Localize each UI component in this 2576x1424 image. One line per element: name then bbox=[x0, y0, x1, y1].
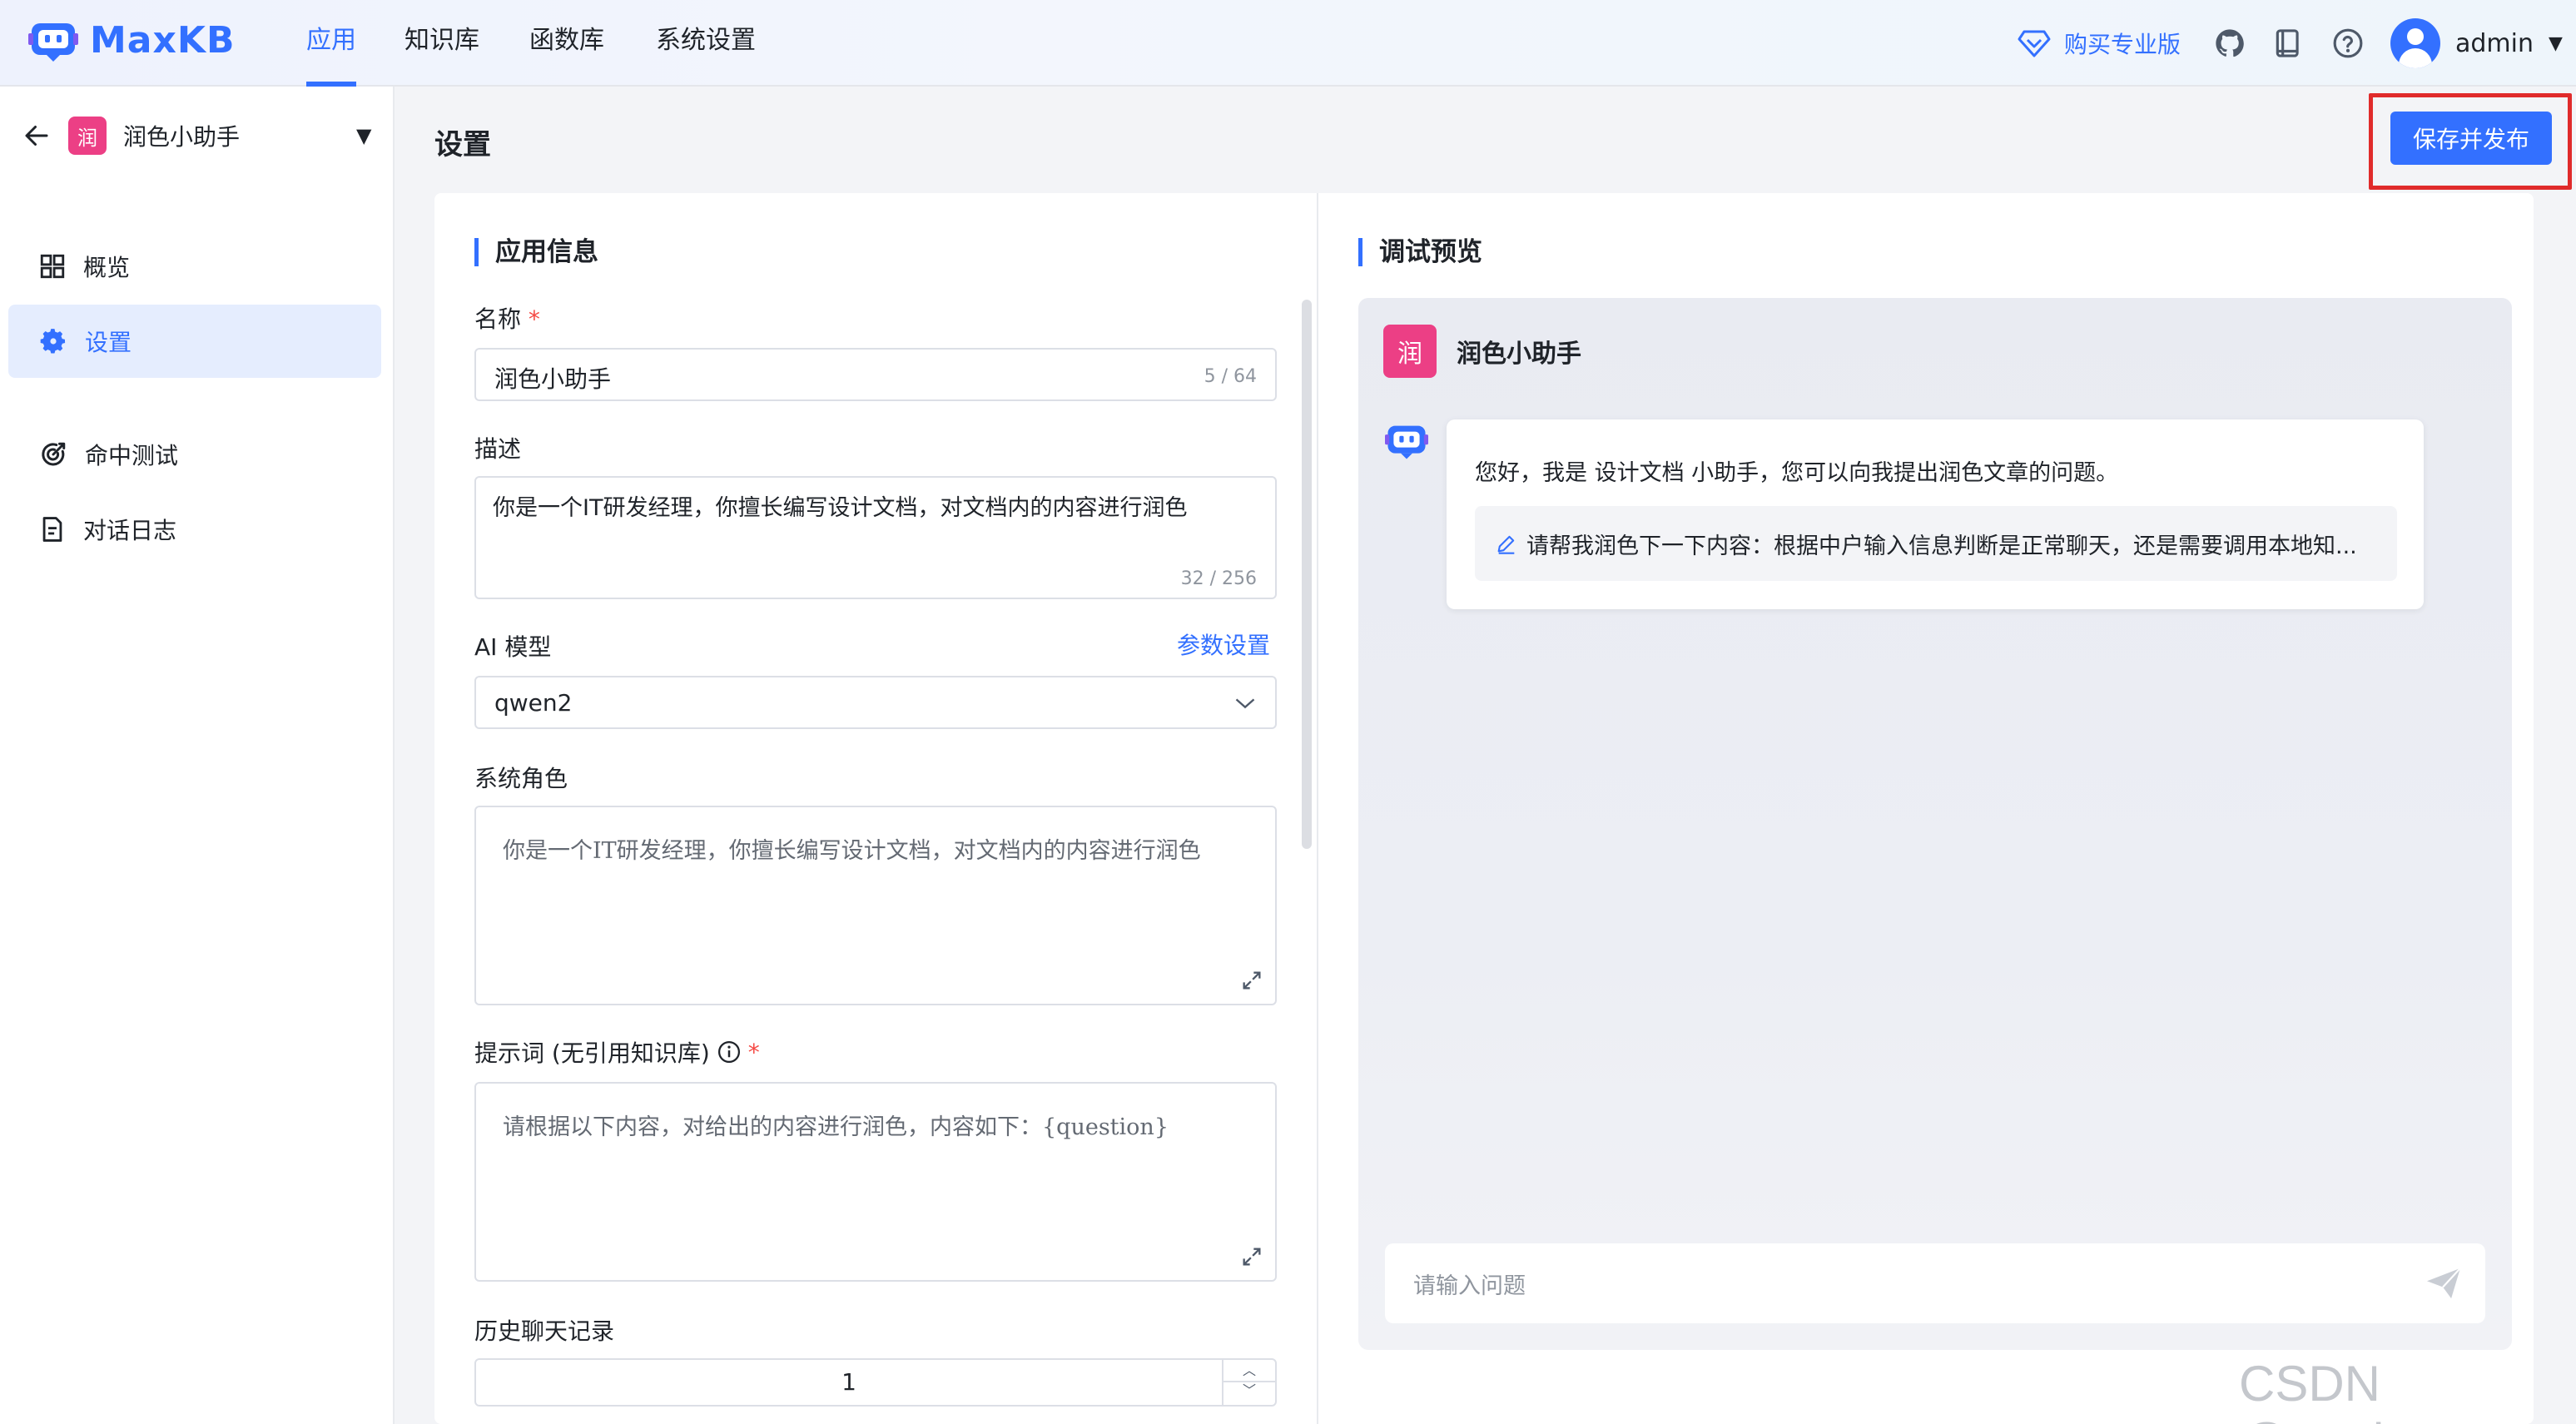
description-label: 描述 bbox=[474, 435, 522, 463]
required-mark: * bbox=[747, 1038, 760, 1066]
name-field[interactable]: 润色小助手 5 / 64 bbox=[474, 348, 1277, 401]
diamond-icon bbox=[2018, 30, 2051, 57]
user-avatar-icon bbox=[2390, 18, 2440, 68]
github-icon bbox=[2216, 29, 2244, 57]
required-mark: * bbox=[528, 305, 540, 333]
app-logo[interactable]: MaxKB bbox=[28, 15, 236, 65]
description-char-counter: 32 / 256 bbox=[1180, 568, 1257, 589]
debug-preview-section-title: 调试预览 bbox=[1358, 238, 1482, 266]
prompt-label-text: 提示词 (无引用知识库) bbox=[474, 1039, 710, 1067]
sidebar-item-settings[interactable]: 设置 bbox=[8, 305, 381, 378]
stepper-up-icon[interactable]: ︿ bbox=[1223, 1360, 1275, 1382]
greeting-text: 您好，我是 设计文档 小助手，您可以向我提出润色文章的问题。 bbox=[1475, 460, 2119, 486]
page-title: 设置 bbox=[434, 128, 491, 161]
ai-model-label: AI 模型 bbox=[474, 633, 552, 661]
expand-icon[interactable] bbox=[1240, 969, 1263, 992]
ai-model-value: qwen2 bbox=[494, 689, 573, 717]
form-scrollbar[interactable] bbox=[1302, 300, 1312, 849]
preview-app-name: 润色小助手 bbox=[1457, 340, 1581, 369]
system-role-field[interactable]: 你是一个IT研发经理，你擅长编写设计文档，对文档内的内容进行润色 bbox=[474, 806, 1277, 1005]
sidebar-item-hit-test[interactable]: 命中测试 bbox=[8, 418, 381, 491]
pencil-icon bbox=[1497, 535, 1515, 554]
sidebar-item-chat-logs[interactable]: 对话日志 bbox=[8, 493, 381, 566]
chat-input[interactable]: 请输入问题 bbox=[1385, 1243, 2485, 1323]
document-icon bbox=[42, 517, 62, 542]
description-value: 你是一个IT研发经理，你擅长编写设计文档，对文档内的内容进行润色 bbox=[493, 495, 1188, 521]
chat-input-placeholder: 请输入问题 bbox=[1413, 1273, 1526, 1299]
sidebar-item-label: 设置 bbox=[85, 329, 132, 356]
sidebar-item-overview[interactable]: 概览 bbox=[8, 230, 381, 303]
system-role-value: 你是一个IT研发经理，你擅长编写设计文档，对文档内的内容进行润色 bbox=[503, 838, 1201, 864]
app-name: MaxKB bbox=[90, 18, 236, 62]
preview-header: 润 润色小助手 bbox=[1383, 325, 1581, 378]
robot-avatar-icon bbox=[1385, 425, 1428, 459]
history-stepper[interactable]: 1 ︿ ﹀ bbox=[474, 1358, 1277, 1407]
app-badge: 润 bbox=[68, 117, 107, 155]
nav-system-settings[interactable]: 系统设置 bbox=[656, 0, 756, 87]
suggested-question[interactable]: 请帮我润色下一下内容：根据中户输入信息判断是正常聊天，还是需要调用本地知... bbox=[1475, 506, 2397, 581]
help-button[interactable] bbox=[2332, 0, 2364, 87]
send-icon[interactable] bbox=[2425, 1267, 2462, 1300]
target-icon bbox=[42, 442, 66, 466]
info-icon[interactable] bbox=[717, 1039, 742, 1064]
app-switcher-caret-icon[interactable]: ▼ bbox=[356, 124, 371, 147]
caret-down-icon: ▼ bbox=[2549, 32, 2563, 54]
name-label: 名称 * bbox=[474, 301, 540, 335]
expand-icon[interactable] bbox=[1240, 1245, 1263, 1268]
nav-knowledge[interactable]: 知识库 bbox=[405, 0, 479, 87]
sidebar-app-name: 润色小助手 bbox=[123, 123, 241, 151]
name-label-text: 名称 bbox=[474, 305, 522, 333]
user-menu[interactable]: admin ▼ bbox=[2390, 0, 2563, 87]
github-button[interactable] bbox=[2214, 0, 2246, 87]
sidebar-item-label: 对话日志 bbox=[83, 517, 177, 544]
sidebar: 润 润色小助手 ▼ 概览 设置 命中测试 对话日志 bbox=[0, 87, 395, 1424]
back-arrow-icon[interactable] bbox=[22, 121, 52, 151]
prompt-field[interactable]: 请根据以下内容，对给出的内容进行润色，内容如下：{question} bbox=[474, 1082, 1277, 1282]
overview-grid-icon bbox=[40, 254, 65, 279]
buy-pro-link[interactable]: 购买专业版 bbox=[2018, 0, 2181, 87]
docs-button[interactable] bbox=[2272, 0, 2304, 87]
system-role-label: 系统角色 bbox=[474, 765, 568, 792]
stepper-down-icon[interactable]: ﹀ bbox=[1223, 1382, 1275, 1404]
suggested-question-text: 请帮我润色下一下内容：根据中户输入信息判断是正常聊天，还是需要调用本地知... bbox=[1526, 533, 2357, 559]
panel-divider bbox=[1317, 193, 1318, 1424]
app-switcher[interactable]: 润 润色小助手 ▼ bbox=[22, 117, 371, 155]
stepper-controls: ︿ ﹀ bbox=[1222, 1360, 1275, 1405]
nav-functions[interactable]: 函数库 bbox=[529, 0, 604, 87]
prompt-value: 请根据以下内容，对给出的内容进行润色，内容如下：{question} bbox=[503, 1114, 1169, 1140]
top-bar: MaxKB 应用 知识库 函数库 系统设置 购买专业版 admin ▼ bbox=[0, 0, 2576, 87]
name-field-value: 润色小助手 bbox=[494, 365, 612, 393]
gear-icon bbox=[40, 329, 66, 354]
prompt-label: 提示词 (无引用知识库) * bbox=[474, 1035, 760, 1069]
preview-app-badge: 润 bbox=[1383, 325, 1437, 378]
robot-logo-icon bbox=[28, 23, 78, 62]
help-icon bbox=[2333, 28, 2363, 58]
ai-model-select[interactable]: qwen2 bbox=[474, 676, 1277, 729]
nav-app[interactable]: 应用 bbox=[306, 0, 356, 87]
description-field[interactable]: 你是一个IT研发经理，你擅长编写设计文档，对文档内的内容进行润色 32 / 25… bbox=[474, 476, 1277, 599]
history-value: 1 bbox=[841, 1368, 856, 1396]
username: admin bbox=[2455, 28, 2534, 58]
book-icon bbox=[2276, 29, 2299, 57]
save-and-publish-button[interactable]: 保存并发布 bbox=[2390, 112, 2552, 165]
buy-pro-label: 购买专业版 bbox=[2064, 31, 2181, 58]
sidebar-item-label: 命中测试 bbox=[85, 442, 179, 469]
app-info-section-title: 应用信息 bbox=[474, 238, 598, 266]
model-params-link[interactable]: 参数设置 bbox=[1177, 628, 1270, 661]
watermark: CSDN @pp_lan bbox=[2239, 1356, 2440, 1424]
chevron-down-icon bbox=[1235, 698, 1255, 709]
name-char-counter: 5 / 64 bbox=[1204, 366, 1257, 387]
sidebar-item-label: 概览 bbox=[83, 254, 131, 281]
history-label: 历史聊天记录 bbox=[474, 1317, 615, 1345]
